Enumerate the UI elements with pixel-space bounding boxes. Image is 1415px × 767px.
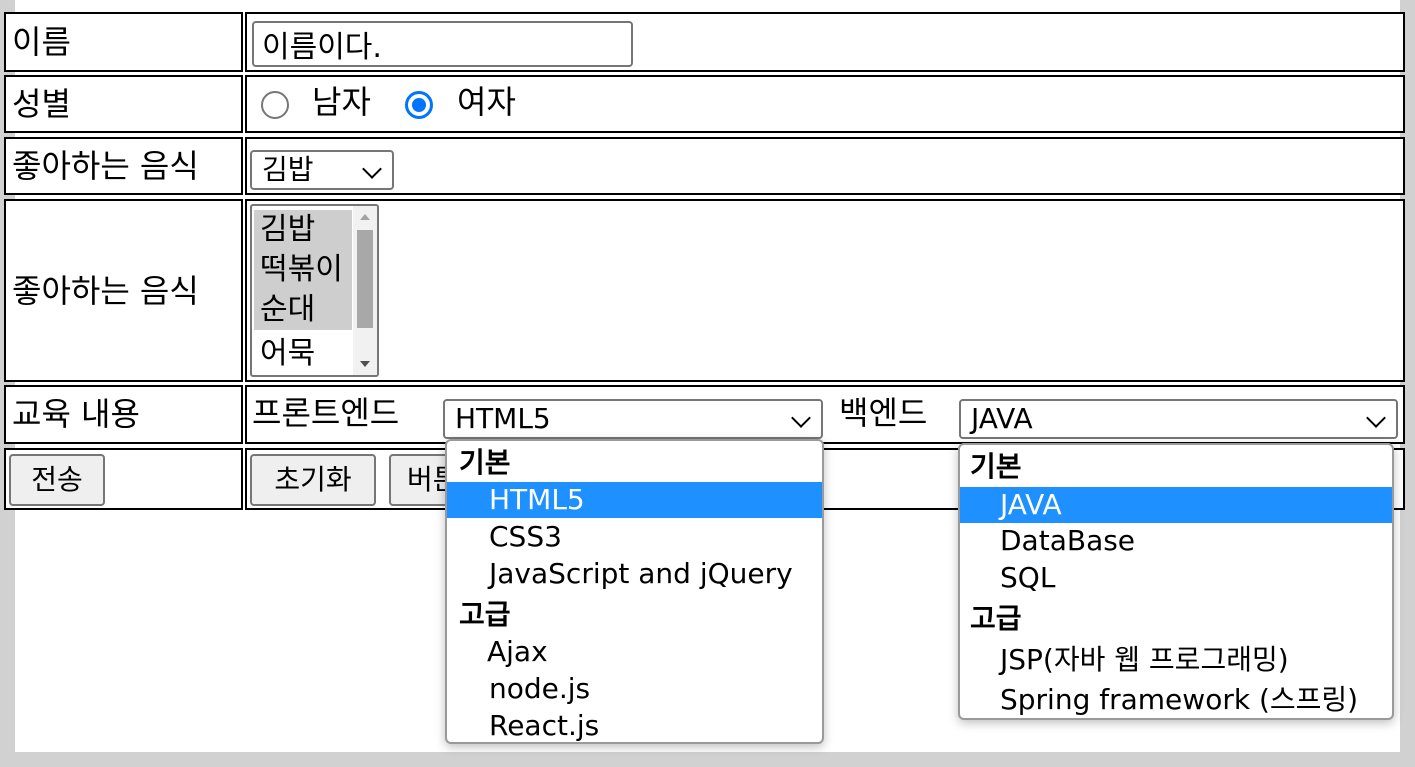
edu-label: 교육 내용	[12, 395, 140, 433]
listbox-option[interactable]: 순대	[254, 290, 352, 330]
name-label: 이름	[12, 23, 71, 61]
gender-label: 성별	[12, 85, 71, 123]
dropdown-option[interactable]: JavaScript and jQuery	[447, 560, 822, 588]
dropdown-option[interactable]: SQL	[960, 564, 1392, 592]
food-list-label: 좋아하는 음식	[12, 272, 199, 310]
frontend-label: 프론트엔드	[252, 394, 400, 432]
dropdown-group-label: 기본	[970, 450, 1022, 483]
listbox-option[interactable]: 떡볶이	[254, 250, 352, 290]
radio-male-label: 남자	[312, 83, 371, 121]
dropdown-group-label: 고급	[970, 602, 1022, 635]
scroll-down-arrow-icon[interactable]	[360, 361, 370, 367]
scroll-up-arrow-icon[interactable]	[360, 214, 370, 220]
chevron-down-icon	[362, 159, 382, 179]
food-list-label-cell: 좋아하는 음식	[4, 199, 243, 382]
radio-male[interactable]	[261, 91, 289, 119]
backend-label: 백엔드	[839, 394, 928, 432]
food-label-cell: 좋아하는 음식	[4, 137, 243, 195]
food-select-value: 김밥	[262, 153, 314, 186]
backend-dropdown: 기본 JAVA DataBase SQL 고급 JSP(자바 웹 프로그래밍) …	[958, 443, 1394, 720]
scrollbar-thumb[interactable]	[357, 230, 373, 328]
food-select[interactable]: 김밥	[250, 150, 394, 190]
name-input[interactable]	[252, 21, 633, 67]
dropdown-option[interactable]: node.js	[447, 675, 822, 703]
radio-female-label: 여자	[457, 83, 516, 121]
dropdown-option[interactable]: JSP(자바 웹 프로그래밍)	[960, 646, 1392, 674]
dropdown-option[interactable]: Spring framework (스프링)	[960, 686, 1392, 714]
chevron-down-icon	[791, 408, 811, 428]
food-listbox[interactable]: 김밥 떡볶이 순대 어묵	[250, 204, 379, 377]
food-select-cell	[245, 137, 1405, 195]
dropdown-option[interactable]: DataBase	[960, 527, 1392, 555]
listbox-scrollbar[interactable]	[353, 206, 377, 375]
chevron-down-icon	[1366, 408, 1386, 428]
dropdown-option[interactable]: CSS3	[447, 523, 822, 551]
frontend-dropdown: 기본 HTML5 CSS3 JavaScript and jQuery 고급 A…	[445, 439, 824, 744]
food-label: 좋아하는 음식	[12, 147, 199, 185]
listbox-option[interactable]: 김밥	[254, 210, 352, 250]
edu-label-cell: 교육 내용	[4, 385, 243, 444]
gender-label-cell: 성별	[4, 75, 243, 133]
name-label-cell: 이름	[4, 12, 243, 72]
dropdown-option[interactable]: HTML5	[447, 482, 822, 518]
radio-female[interactable]	[405, 91, 433, 119]
dropdown-option[interactable]: Ajax	[447, 638, 822, 666]
dropdown-option[interactable]: JAVA	[960, 487, 1392, 523]
dropdown-group-label: 기본	[459, 446, 511, 479]
backend-select-value: JAVA	[971, 402, 1033, 435]
dropdown-group-label: 고급	[459, 598, 511, 631]
frontend-select[interactable]: HTML5	[443, 399, 823, 439]
food-list-cell	[245, 199, 1405, 382]
reset-button[interactable]: 초기화	[250, 454, 376, 506]
submit-button[interactable]: 전송	[9, 454, 105, 506]
frontend-select-value: HTML5	[455, 402, 551, 435]
dropdown-option[interactable]: React.js	[447, 712, 822, 740]
backend-select[interactable]: JAVA	[959, 399, 1398, 439]
listbox-option[interactable]: 어묵	[254, 334, 352, 374]
